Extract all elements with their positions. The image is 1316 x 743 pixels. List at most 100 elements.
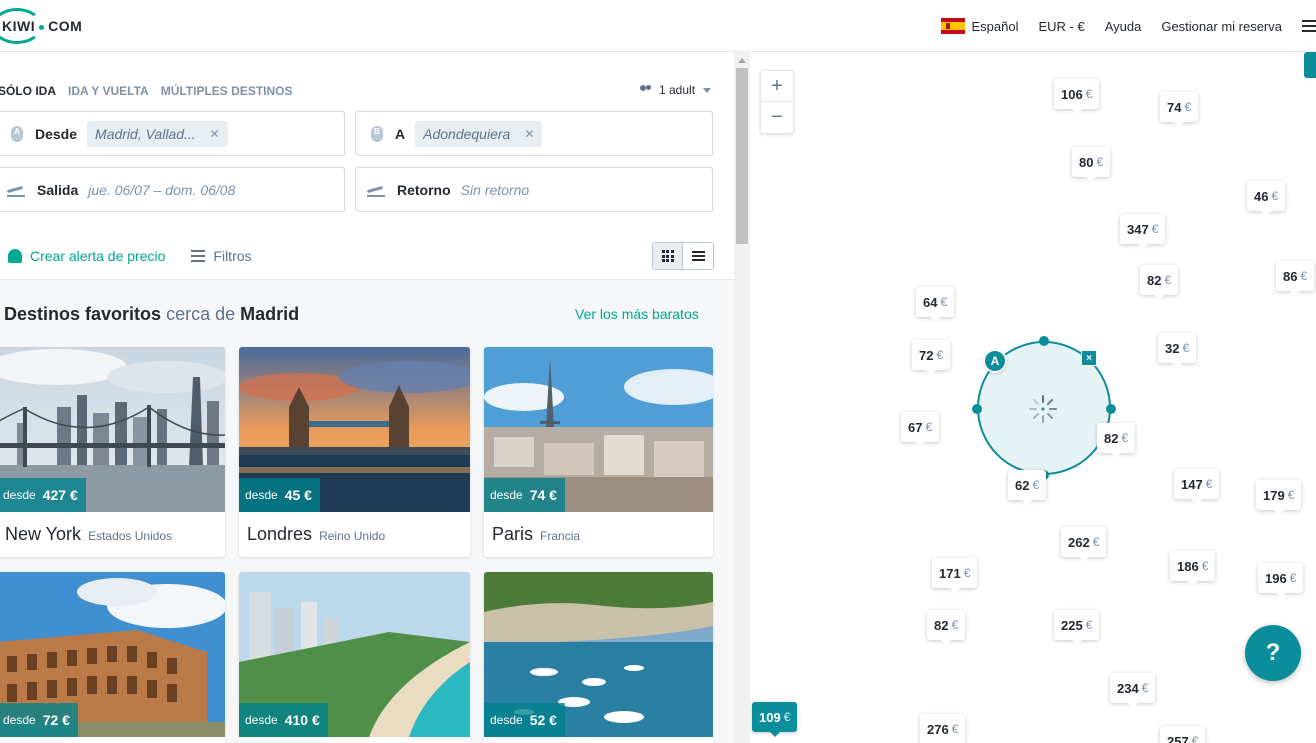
map-price-marker[interactable]: 347 € (1120, 214, 1166, 249)
map-price-marker[interactable]: 171 € (932, 558, 978, 593)
trip-type-tabs: SÓLO IDA IDA Y VUELTA MÚLTIPLES DESTINOS (0, 84, 305, 98)
map-price-marker[interactable]: 46 € (1247, 181, 1286, 216)
price-badge: desde 410 € (239, 703, 328, 737)
list-icon (691, 251, 705, 261)
filters-button[interactable]: Filtros (191, 248, 252, 264)
map-price-marker[interactable]: 32 € (1158, 333, 1197, 368)
radius-handle-right[interactable] (1106, 404, 1116, 414)
map-price-marker[interactable]: 225 € (1054, 610, 1100, 645)
destination-card-6[interactable]: desde 52 € (484, 572, 713, 743)
zoom-out-button[interactable]: − (761, 102, 793, 133)
scroll-thumb[interactable] (736, 68, 748, 244)
map-price-marker[interactable]: 80 € (1072, 147, 1111, 182)
manage-booking-link[interactable]: Gestionar mi reserva (1161, 19, 1282, 34)
zoom-in-button[interactable]: + (761, 71, 793, 102)
map-price-marker[interactable]: 67 € (901, 412, 940, 447)
destinations-map[interactable]: + − A × 106 € 74 € 80 € 46 € 347 € 82 € 86 € 64… (750, 52, 1316, 743)
destination-card-paris[interactable]: desde 74 € Paris Francia (484, 347, 713, 557)
card-caption: Paris Francia (492, 524, 580, 545)
remove-origin-icon[interactable]: ✕ (210, 127, 220, 141)
radius-handle-top[interactable] (1039, 336, 1049, 346)
header-nav: Español EUR - € Ayuda Gestionar mi reser… (941, 0, 1316, 52)
map-price-marker[interactable]: 276 € (920, 714, 966, 743)
map-price-marker[interactable]: 257 € (1160, 726, 1206, 743)
card-price: 74 € (529, 487, 557, 503)
destination-field[interactable]: B A Adondequiera ✕ (355, 111, 713, 156)
destination-card-4[interactable]: desde 72 € (0, 572, 225, 743)
map-price-marker[interactable]: 64 € (916, 287, 955, 322)
destination-chip[interactable]: Adondequiera ✕ (415, 120, 543, 147)
price-badge: desde 427 € (0, 478, 86, 512)
map-price-marker[interactable]: 196 € (1258, 563, 1304, 598)
language-selector[interactable]: Español (971, 19, 1018, 34)
map-price-marker[interactable]: 147 € (1174, 469, 1220, 504)
logo-text-left: KIWI (2, 18, 36, 34)
map-price-marker[interactable]: 82 € (1140, 265, 1179, 300)
list-view-button[interactable] (683, 243, 713, 269)
origin-chip[interactable]: Madrid, Vallad... ✕ (87, 120, 228, 147)
favorites-heading: Destinos favoritos cerca de Madrid (4, 304, 300, 324)
menu-icon[interactable] (1302, 20, 1316, 32)
view-toggle (652, 242, 714, 270)
scrollbar[interactable] (734, 52, 750, 743)
map-price-marker[interactable]: 234 € (1110, 673, 1156, 708)
grid-view-button[interactable] (653, 243, 683, 269)
card-price: 52 € (529, 712, 557, 728)
sliders-icon (191, 250, 206, 262)
origin-field[interactable]: A Desde Madrid, Vallad... ✕ (0, 111, 345, 156)
passengers-selector[interactable]: 1 adult (638, 83, 712, 97)
tab-multi-city[interactable]: MÚLTIPLES DESTINOS (161, 84, 293, 98)
card-price: 427 € (42, 487, 78, 503)
card-price: 72 € (42, 712, 70, 728)
return-field[interactable]: Retorno Sin retorno (355, 167, 713, 212)
kiwi-logo[interactable]: KIWI COM (0, 8, 82, 44)
tools-row: Crear alerta de precio Filtros (0, 238, 734, 274)
map-price-marker[interactable]: 82 € (927, 610, 966, 645)
location-pin-a-icon: A (11, 125, 23, 142)
map-price-marker[interactable]: 86 € (1276, 261, 1315, 296)
zoom-controls: + − (760, 70, 794, 134)
close-radius-icon[interactable]: × (1081, 350, 1097, 366)
card-caption: New York Estados Unidos (5, 524, 172, 545)
see-cheapest-link[interactable]: Ver los más baratos (575, 306, 699, 322)
map-price-marker[interactable]: 262 € (1061, 527, 1107, 562)
destination-value: Adondequiera (423, 125, 511, 142)
card-country: Francia (540, 529, 581, 543)
map-price-marker[interactable]: 106 € (1054, 79, 1100, 114)
map-price-marker[interactable]: 74 € (1160, 92, 1199, 127)
card-price: 410 € (284, 712, 320, 728)
favorite-destinations: Destinos favoritos cerca de Madrid Ver l… (0, 280, 734, 743)
help-button[interactable]: ? (1245, 625, 1301, 681)
chevron-down-icon (703, 87, 712, 93)
map-price-marker-selected[interactable]: 109 € (752, 702, 798, 737)
remove-destination-icon[interactable]: ✕ (524, 127, 534, 141)
people-icon (638, 85, 654, 95)
map-edge-marker[interactable] (1304, 52, 1316, 78)
radius-handle-left[interactable] (972, 404, 982, 414)
map-price-marker[interactable]: 186 € (1170, 551, 1216, 586)
tab-one-way[interactable]: SÓLO IDA (0, 84, 56, 98)
departure-field[interactable]: Salida jue. 06/07 – dom. 06/08 (0, 167, 345, 212)
price-badge: desde 74 € (484, 478, 565, 512)
help-link[interactable]: Ayuda (1105, 19, 1142, 34)
spain-flag-icon[interactable] (941, 18, 966, 34)
logo-text-right: COM (48, 18, 83, 34)
card-city: New York (5, 524, 82, 544)
currency-selector[interactable]: EUR - € (1038, 19, 1084, 34)
map-price-marker[interactable]: 72 € (912, 340, 951, 375)
map-price-marker[interactable]: 179 € (1256, 480, 1302, 515)
search-panel: SÓLO IDA IDA Y VUELTA MÚLTIPLES DESTINOS… (0, 52, 734, 743)
price-badge: desde 72 € (0, 703, 78, 737)
tab-round-trip[interactable]: IDA Y VUELTA (68, 84, 149, 98)
destination-card-new-york[interactable]: desde 427 € New York Estados Unidos (0, 347, 225, 557)
origin-marker[interactable]: A (983, 349, 1007, 373)
scroll-up-arrow-icon[interactable] (738, 58, 746, 63)
price-alert-link[interactable]: Crear alerta de precio (30, 248, 165, 264)
return-value: Sin retorno (460, 181, 530, 198)
search-form: SÓLO IDA IDA Y VUELTA MÚLTIPLES DESTINOS… (0, 52, 734, 280)
map-price-marker[interactable]: 62 € (1008, 470, 1047, 505)
destination-card-5[interactable]: desde 410 € (239, 572, 470, 743)
map-price-marker[interactable]: 82 € (1097, 423, 1136, 458)
departure-value: jue. 06/07 – dom. 06/08 (88, 181, 236, 198)
destination-card-londres[interactable]: desde 45 € Londres Reino Unido (239, 347, 470, 557)
